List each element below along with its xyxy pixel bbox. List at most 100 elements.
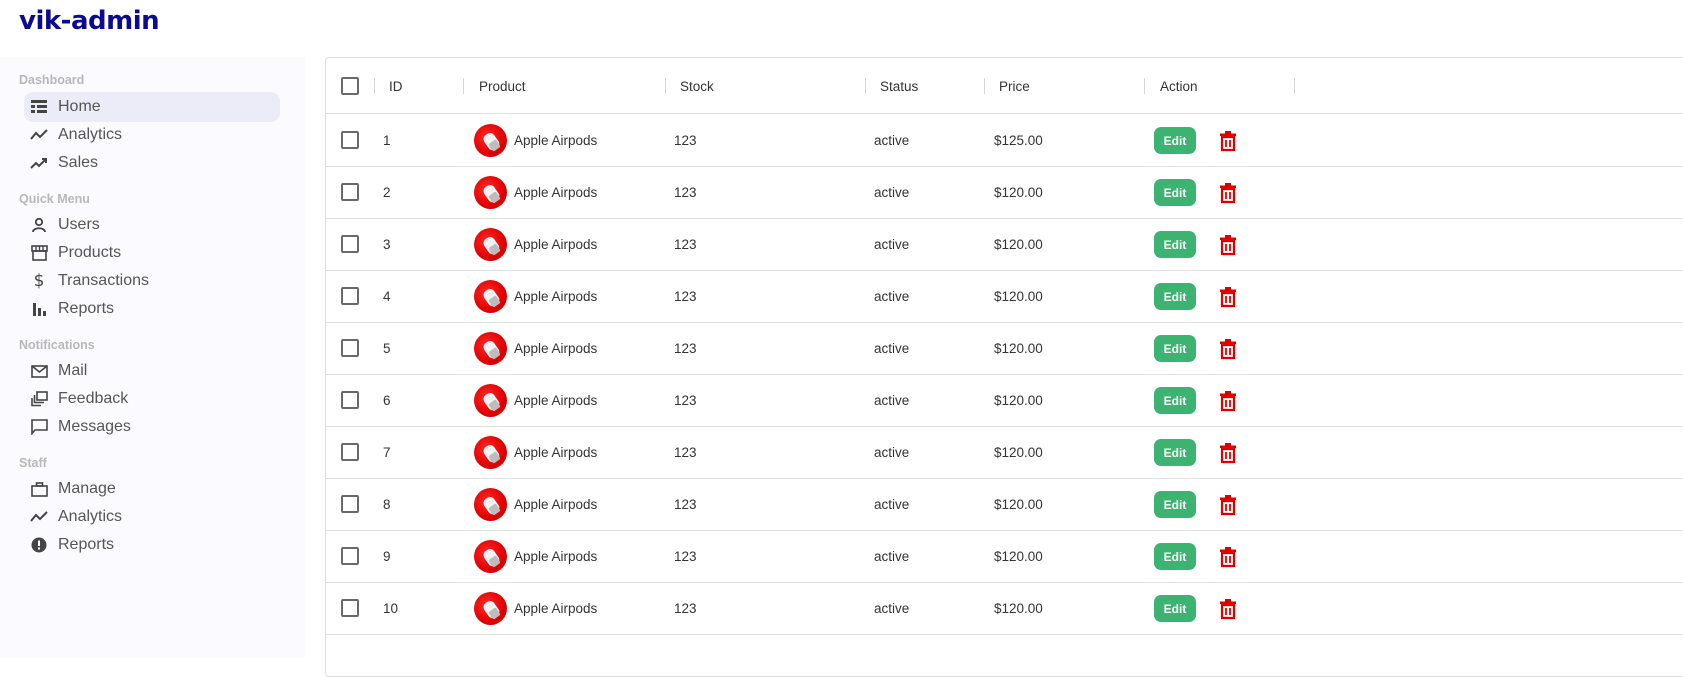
topbar: vik-admin <box>0 0 1683 54</box>
row-status: active <box>874 549 910 564</box>
delete-icon[interactable] <box>1219 442 1237 464</box>
sidebar-item-label: Analytics <box>58 508 123 525</box>
column-separator[interactable] <box>374 78 375 94</box>
sidebar-item-reports[interactable]: Reports <box>24 294 280 324</box>
table-row[interactable]: 10 Apple Airpods 123 active $120.00 Edit <box>326 583 1683 635</box>
row-checkbox[interactable] <box>341 183 359 201</box>
row-stock: 123 <box>674 445 697 460</box>
column-separator[interactable] <box>1294 78 1295 94</box>
delete-icon[interactable] <box>1219 338 1237 360</box>
sidebar-item-messages[interactable]: Messages <box>24 412 280 442</box>
column-header-stock[interactable]: Stock <box>680 79 714 94</box>
delete-icon[interactable] <box>1219 234 1237 256</box>
row-price: $120.00 <box>994 445 1043 460</box>
column-separator[interactable] <box>463 78 464 94</box>
row-checkbox[interactable] <box>341 339 359 357</box>
row-stock: 123 <box>674 237 697 252</box>
row-price: $120.00 <box>994 549 1043 564</box>
sidebar-item-transactions[interactable]: $ Transactions <box>24 266 280 296</box>
sidebar-item-label: Reports <box>58 300 115 317</box>
sidebar-item-home[interactable]: Home <box>24 92 280 122</box>
column-header-product[interactable]: Product <box>479 79 526 94</box>
product-image <box>474 280 507 313</box>
sidebar-item-analytics[interactable]: Analytics <box>24 120 280 150</box>
sidebar-item-label: Feedback <box>58 390 129 407</box>
sidebar-item-sales[interactable]: Sales <box>24 148 280 178</box>
row-product-name: Apple Airpods <box>514 133 598 148</box>
edit-button[interactable]: Edit <box>1154 543 1196 570</box>
sidebar-item-products[interactable]: Products <box>24 238 280 268</box>
row-stock: 123 <box>674 549 697 564</box>
row-checkbox[interactable] <box>341 443 359 461</box>
sidebar-item-feedback[interactable]: Feedback <box>24 384 280 414</box>
product-image <box>474 488 507 521</box>
row-status: active <box>874 497 910 512</box>
sidebar-item-staff-reports[interactable]: Reports <box>24 530 280 560</box>
edit-button[interactable]: Edit <box>1154 127 1196 154</box>
sidebar-item-label: Home <box>58 98 101 115</box>
table-row[interactable]: 4 Apple Airpods 123 active $120.00 Edit <box>326 271 1683 323</box>
row-checkbox[interactable] <box>341 131 359 149</box>
table-row[interactable]: 9 Apple Airpods 123 active $120.00 Edit <box>326 531 1683 583</box>
sidebar-item-manage[interactable]: Manage <box>24 474 280 504</box>
edit-button[interactable]: Edit <box>1154 387 1196 414</box>
sidebar-item-mail[interactable]: Mail <box>24 356 280 386</box>
row-id: 2 <box>383 185 391 200</box>
table-header: ID Product Stock Status Price Action <box>326 58 1683 114</box>
storefront-icon <box>30 244 48 262</box>
edit-button[interactable]: Edit <box>1154 283 1196 310</box>
sidebar-item-staff-analytics[interactable]: Analytics <box>24 502 280 532</box>
edit-button[interactable]: Edit <box>1154 335 1196 362</box>
dollar-icon: $ <box>33 271 45 291</box>
row-product-name: Apple Airpods <box>514 289 598 304</box>
delete-icon[interactable] <box>1219 598 1237 620</box>
sidebar-item-users[interactable]: Users <box>24 210 280 240</box>
row-id: 1 <box>383 133 391 148</box>
delete-icon[interactable] <box>1219 182 1237 204</box>
row-price: $120.00 <box>994 185 1043 200</box>
sidebar-item-label: Transactions <box>58 272 149 289</box>
column-separator[interactable] <box>1144 78 1145 94</box>
delete-icon[interactable] <box>1219 494 1237 516</box>
row-product-name: Apple Airpods <box>514 341 598 356</box>
edit-button[interactable]: Edit <box>1154 595 1196 622</box>
edit-button[interactable]: Edit <box>1154 439 1196 466</box>
row-price: $125.00 <box>994 133 1043 148</box>
column-header-status[interactable]: Status <box>880 79 918 94</box>
table-row[interactable]: 2 Apple Airpods 123 active $120.00 Edit <box>326 167 1683 219</box>
product-image <box>474 228 507 261</box>
column-header-price[interactable]: Price <box>999 79 1030 94</box>
table-row[interactable]: 7 Apple Airpods 123 active $120.00 Edit <box>326 427 1683 479</box>
table-row[interactable]: 8 Apple Airpods 123 active $120.00 Edit <box>326 479 1683 531</box>
delete-icon[interactable] <box>1219 130 1237 152</box>
briefcase-icon <box>30 480 48 498</box>
edit-button[interactable]: Edit <box>1154 491 1196 518</box>
column-header-action[interactable]: Action <box>1160 79 1198 94</box>
delete-icon[interactable] <box>1219 286 1237 308</box>
app-logo[interactable]: vik-admin <box>19 6 160 36</box>
column-header-id[interactable]: ID <box>389 79 403 94</box>
row-checkbox[interactable] <box>341 495 359 513</box>
table-row[interactable]: 6 Apple Airpods 123 active $120.00 Edit <box>326 375 1683 427</box>
edit-button[interactable]: Edit <box>1154 231 1196 258</box>
table-row[interactable]: 1 Apple Airpods 123 active $125.00 Edit <box>326 115 1683 167</box>
row-checkbox[interactable] <box>341 287 359 305</box>
row-status: active <box>874 289 910 304</box>
row-checkbox[interactable] <box>341 391 359 409</box>
row-checkbox[interactable] <box>341 547 359 565</box>
row-checkbox[interactable] <box>341 235 359 253</box>
row-status: active <box>874 237 910 252</box>
select-all-checkbox[interactable] <box>341 77 359 95</box>
sidebar-item-label: Messages <box>58 418 131 435</box>
row-checkbox[interactable] <box>341 599 359 617</box>
column-separator[interactable] <box>865 78 866 94</box>
delete-icon[interactable] <box>1219 546 1237 568</box>
bar-chart-icon <box>30 300 48 318</box>
column-separator[interactable] <box>984 78 985 94</box>
table-row[interactable]: 5 Apple Airpods 123 active $120.00 Edit <box>326 323 1683 375</box>
delete-icon[interactable] <box>1219 390 1237 412</box>
row-id: 3 <box>383 237 391 252</box>
table-row[interactable]: 3 Apple Airpods 123 active $120.00 Edit <box>326 219 1683 271</box>
edit-button[interactable]: Edit <box>1154 179 1196 206</box>
column-separator[interactable] <box>665 78 666 94</box>
